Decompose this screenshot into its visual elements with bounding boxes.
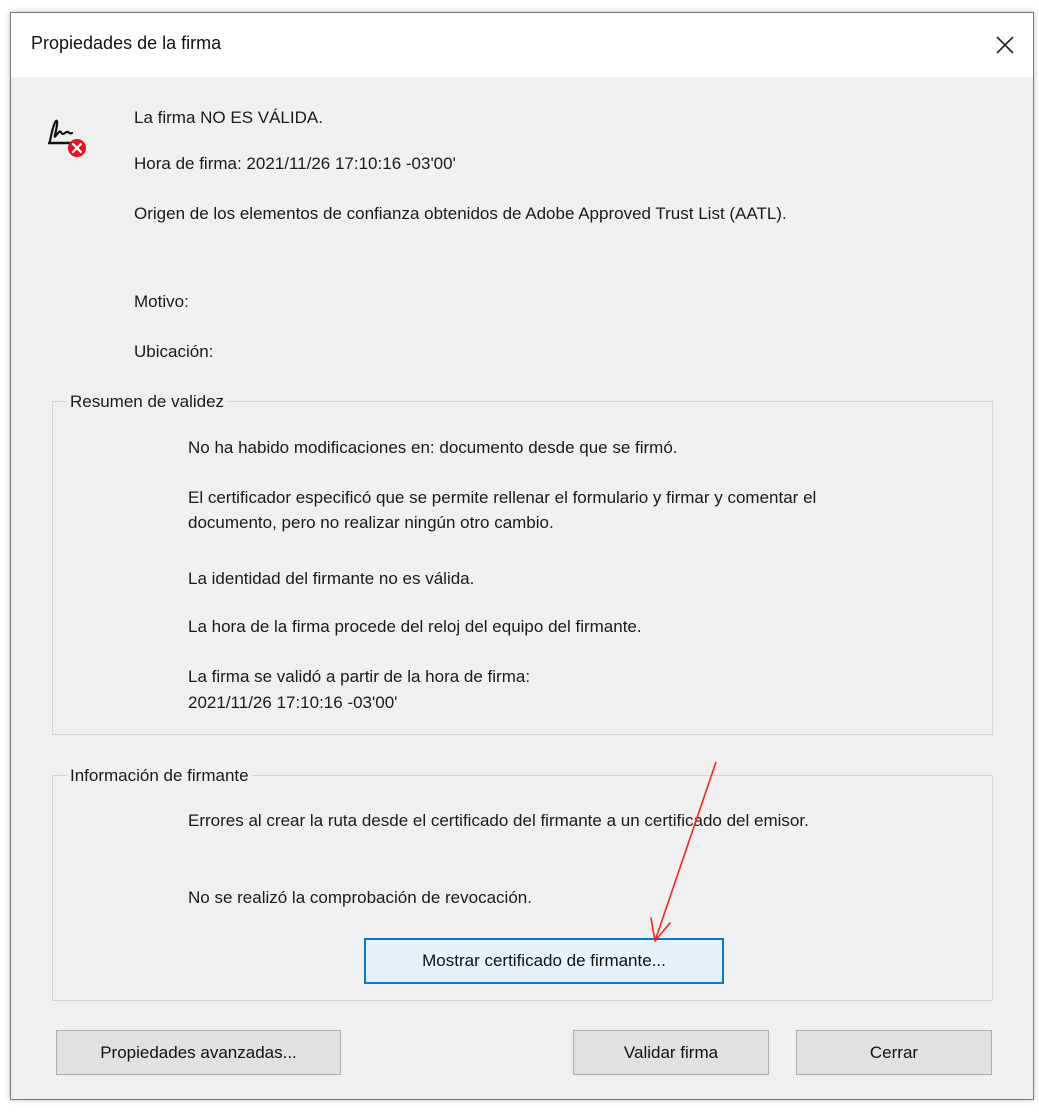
show-signer-certificate-button[interactable]: Mostrar certificado de firmante... [364, 938, 724, 984]
dialog-title: Propiedades de la firma [31, 33, 222, 53]
validity-line-modifications: No ha habido modificaciones en: document… [188, 438, 678, 457]
title-bar: Propiedades de la firma [11, 13, 1033, 77]
close-button[interactable]: Cerrar [796, 1030, 992, 1075]
validity-summary-legend: Resumen de validez [67, 389, 228, 414]
signing-time: Hora de firma: 2021/11/26 17:10:16 -03'0… [134, 154, 456, 173]
validity-line-validated: La firma se validó a partir de la hora d… [188, 667, 531, 686]
validate-signature-button[interactable]: Validar firma [573, 1030, 769, 1075]
trust-source: Origen de los elementos de confianza obt… [134, 204, 787, 223]
validity-line-certifier: El certificador especificó que se permit… [188, 488, 817, 532]
validity-line-identity: La identidad del firmante no es válida. [188, 569, 475, 588]
location-label: Ubicación: [134, 342, 214, 361]
reason-label: Motivo: [134, 292, 189, 311]
advanced-properties-button[interactable]: Propiedades avanzadas... [56, 1030, 341, 1075]
signature-error-icon [48, 119, 86, 157]
signer-line-path-error: Errores al crear la ruta desde el certif… [188, 811, 809, 830]
close-icon[interactable] [985, 25, 1025, 65]
validity-line-time: 2021/11/26 17:10:16 -03'00' [188, 693, 398, 712]
validity-line-clock: La hora de la firma procede del reloj de… [188, 617, 642, 636]
signer-info-legend: Información de firmante [67, 763, 252, 788]
signature-status: La firma NO ES VÁLIDA. [134, 108, 323, 127]
signer-line-revocation: No se realizó la comprobación de revocac… [188, 888, 532, 907]
